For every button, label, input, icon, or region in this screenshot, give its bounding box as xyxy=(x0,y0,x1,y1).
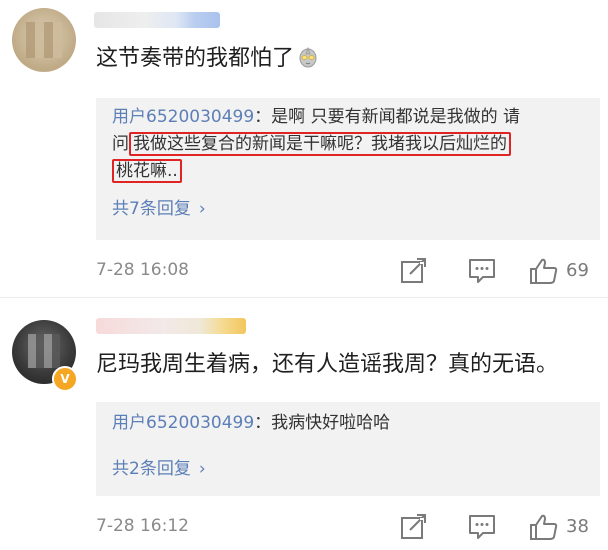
thumbs-up-icon[interactable] xyxy=(528,512,560,542)
reply-text: 用户6520030499：我病快好啦哈哈 xyxy=(112,410,582,437)
comment-footer: 7-28 16:08 69 xyxy=(0,254,608,290)
reply-text: 用户6520030499：是啊 只要有新闻都说是我做的 请 问我做这些复合的新闻… xyxy=(112,104,582,185)
reply-username-link[interactable]: 用户6520030499 xyxy=(112,413,254,433)
avatar-blur xyxy=(26,22,62,58)
reply-line: 用户6520030499：我病快好啦哈哈 xyxy=(112,410,582,437)
highlighted-text: 我做这些复合的新闻是干嘛呢？我堵我以后灿烂的 xyxy=(129,132,511,156)
chevron-right-icon: › xyxy=(198,459,206,479)
comment-item: V 尼玛我周生着病，还有人造谣我周？真的无语。 用户6520030499：我病快… xyxy=(0,302,608,550)
view-replies-label: 共2条回复 xyxy=(112,459,191,479)
chevron-right-icon: › xyxy=(198,199,206,219)
comment-footer: 7-28 16:12 38 xyxy=(0,510,608,546)
timestamp: 7-28 16:12 xyxy=(96,516,189,536)
ultraman-emoji-icon xyxy=(299,46,317,68)
view-replies-link[interactable]: 共7条回复 › xyxy=(112,198,206,220)
reply-preview[interactable]: 用户6520030499：是啊 只要有新闻都说是我做的 请 问我做这些复合的新闻… xyxy=(96,98,600,240)
comment-icon[interactable] xyxy=(466,512,498,542)
reply-username-link[interactable]: 用户6520030499 xyxy=(112,107,254,127)
reply-line: 问我做这些复合的新闻是干嘛呢？我堵我以后灿烂的 xyxy=(112,131,582,158)
comment-item: 这节奏带的我都怕了 用户6520030499：是啊 只要有新闻都说是我做的 请 … xyxy=(0,0,608,296)
comment-text: 这节奏带的我都怕了 xyxy=(96,44,320,74)
like-count: 69 xyxy=(566,260,589,281)
timestamp: 7-28 16:08 xyxy=(96,260,189,280)
share-icon[interactable] xyxy=(398,256,430,286)
verified-badge-icon: V xyxy=(52,366,78,392)
reply-line: 用户6520030499：是啊 只要有新闻都说是我做的 请 xyxy=(112,104,582,131)
avatar[interactable] xyxy=(12,8,76,72)
view-replies-link[interactable]: 共2条回复 › xyxy=(112,458,206,480)
avatar-blur xyxy=(28,334,60,368)
like-count: 38 xyxy=(566,516,589,537)
username-blurred[interactable] xyxy=(94,12,220,28)
comment-text-body: 这节奏带的我都怕了 xyxy=(96,46,295,71)
reply-line-1: ：是啊 只要有新闻都说是我做的 请 xyxy=(254,107,520,127)
view-replies-label: 共7条回复 xyxy=(112,199,191,219)
reply-body: ：我病快好啦哈哈 xyxy=(254,413,391,433)
highlighted-text: 桃花嘛.. xyxy=(112,159,182,183)
comment-text: 尼玛我周生着病，还有人造谣我周？真的无语。 xyxy=(96,352,559,377)
divider xyxy=(0,297,608,298)
share-icon[interactable] xyxy=(398,512,430,542)
thumbs-up-icon[interactable] xyxy=(528,256,560,286)
reply-line-2-prefix: 问 xyxy=(112,134,129,154)
comment-icon[interactable] xyxy=(466,256,498,286)
reply-line: 桃花嘛.. xyxy=(112,158,582,185)
reply-preview[interactable]: 用户6520030499：我病快好啦哈哈 共2条回复 › xyxy=(96,402,600,496)
username-blurred[interactable] xyxy=(96,318,246,334)
